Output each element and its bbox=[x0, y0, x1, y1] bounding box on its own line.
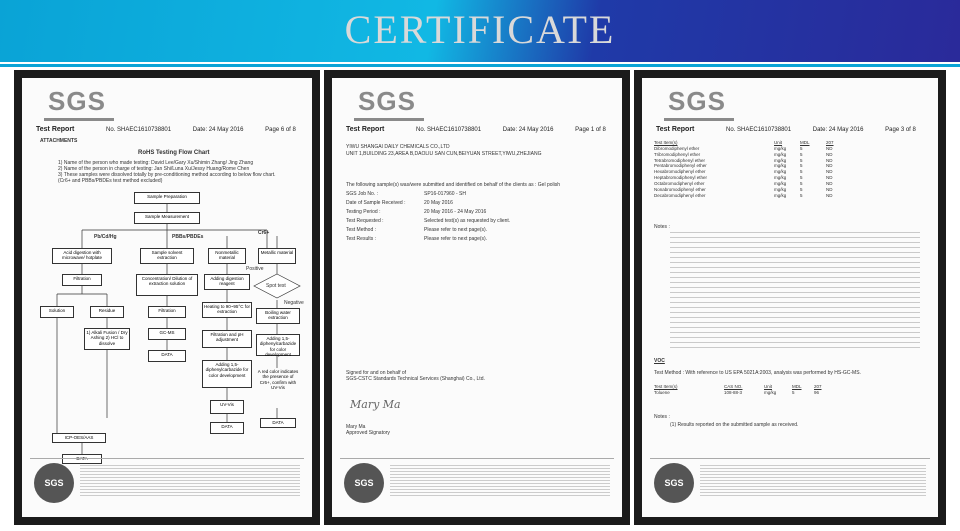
flow-step: GC-MS bbox=[148, 328, 186, 340]
sgs-seal: SGS bbox=[34, 463, 74, 503]
flow-chart-connectors bbox=[56, 204, 301, 454]
report-header: Test Report No. SHAEC1610738801 Date: 24… bbox=[656, 126, 916, 133]
flow-step: DATA bbox=[210, 422, 244, 434]
flow-step: Adding 1,5-diphenylcarbazide for color d… bbox=[256, 334, 300, 357]
notes-text bbox=[670, 232, 920, 350]
flow-step: Sample solvent extraction bbox=[140, 248, 194, 264]
signatory-title: Approved Signatory bbox=[346, 430, 390, 436]
flow-step: Acid digestion with microwave/ hotplate bbox=[52, 248, 112, 264]
footer-fine-print bbox=[390, 465, 610, 497]
footer-fine-print bbox=[80, 465, 300, 497]
branch-label: Pb/Cd/Hg bbox=[94, 234, 117, 240]
flow-label: Spot test bbox=[266, 283, 286, 289]
results-table: Test Item(s) Unit MDL 207 Dibromodipheny… bbox=[654, 140, 854, 198]
voc-heading: VOC bbox=[654, 358, 665, 364]
flow-step: Boiling water extraction bbox=[256, 308, 300, 324]
client-name: YIWU SHANGAI DAILY CHEMICALS CO.,LTD bbox=[346, 144, 450, 150]
notes-label: Notes : bbox=[654, 224, 670, 230]
flow-step: 1) Alkali Fusion / Dry Ashing 2) HCl to … bbox=[84, 328, 130, 350]
flow-step: Adding 1,5-diphenylcarbazide for color d… bbox=[202, 360, 252, 388]
document-footer: SGS bbox=[650, 458, 930, 507]
flow-step: Sample Measurement bbox=[134, 212, 200, 224]
flow-step: Solution bbox=[40, 306, 74, 318]
flow-step: Heating to 90~95°C for extraction bbox=[202, 302, 252, 318]
table-row: Decabromodiphenyl ether mg/kg 5 ND bbox=[654, 192, 833, 198]
field-value: Please refer to next page(s). bbox=[424, 236, 488, 242]
flow-step: Metallic material bbox=[258, 248, 296, 264]
flow-step: DATA bbox=[148, 350, 186, 362]
field-value: SP16-017960 - SH bbox=[424, 191, 466, 197]
sgs-logo: SGS bbox=[664, 86, 734, 121]
table-row: Toluene 108-88-3 mg/kg 5 96 bbox=[654, 389, 820, 395]
voc-note: (1) Results reported on the submitted sa… bbox=[670, 422, 799, 428]
voc-notes-label: Notes : bbox=[654, 414, 670, 420]
certificate-page-results: SGS Test Report No. SHAEC1610738801 Date… bbox=[634, 70, 946, 525]
document-footer: SGS bbox=[30, 458, 304, 507]
field-label: SGS Job No. : bbox=[346, 191, 378, 197]
report-header: Test Report No. SHAEC1610738801 Date: 24… bbox=[346, 126, 606, 133]
flow-step: Sample Preparation bbox=[134, 192, 200, 204]
flow-step: Nonmetallic material bbox=[208, 248, 246, 264]
banner-divider bbox=[0, 64, 960, 67]
sgs-seal: SGS bbox=[654, 463, 694, 503]
field-label: Date of Sample Received : bbox=[346, 200, 406, 206]
sgs-logo: SGS bbox=[354, 86, 424, 121]
field-value: 20 May 2016 bbox=[424, 200, 453, 206]
flow-step: Filtration and pH adjustment bbox=[202, 330, 252, 348]
certificate-page-cover: SGS Test Report No. SHAEC1610738801 Date… bbox=[324, 70, 630, 525]
field-label: Testing Period : bbox=[346, 209, 381, 215]
flow-note: A red color indicates the presence of Cr… bbox=[257, 369, 299, 391]
footer-fine-print bbox=[700, 465, 926, 497]
page-title: CERTIFICATE bbox=[344, 7, 616, 52]
flow-step: DATA bbox=[260, 418, 296, 428]
field-label: Test Results : bbox=[346, 236, 377, 242]
flow-step: UV-Vis bbox=[210, 400, 244, 414]
certificate-page-flow-chart: SGS Test Report No. SHAEC1610738801 Date… bbox=[14, 70, 320, 525]
flow-step: Residue bbox=[90, 306, 124, 318]
flow-step: ICP-OES/AAS bbox=[52, 433, 106, 443]
intro-text: The following sample(s) was/were submitt… bbox=[346, 182, 561, 188]
voc-method: Test Method : With reference to US EPA 5… bbox=[654, 370, 861, 376]
field-label: Test Requested : bbox=[346, 218, 384, 224]
client-address: UNIT 1,BUILDING 23,AREA B,DAOLIU SAN CUN… bbox=[346, 151, 542, 157]
field-value: Please refer to next page(s). bbox=[424, 227, 488, 233]
voc-table: Test Item(s) CAS NO. Unit MDL 207 Toluen… bbox=[654, 384, 874, 396]
flow-step: Concentration/ Dilution of extraction so… bbox=[136, 274, 198, 296]
flow-label: Negative bbox=[284, 300, 304, 306]
flow-step: Filtration bbox=[62, 274, 102, 286]
signature: Mary Ma bbox=[350, 398, 401, 411]
branch-label: PBBs/PBDEs bbox=[172, 234, 204, 240]
field-label: Test Method : bbox=[346, 227, 377, 233]
field-value: 20 May 2016 - 24 May 2016 bbox=[424, 209, 487, 215]
sgs-seal: SGS bbox=[344, 463, 384, 503]
branch-label: Cr6+ bbox=[258, 230, 270, 236]
field-value: Selected test(s) as requested by client. bbox=[424, 218, 511, 224]
flow-step: Adding digestion reagent bbox=[204, 274, 250, 290]
document-footer: SGS bbox=[340, 458, 614, 507]
flow-label: Positive bbox=[246, 266, 264, 272]
signed-company: SGS-CSTC Standards Technical Services (S… bbox=[346, 376, 485, 382]
flow-step: Filtration bbox=[148, 306, 186, 318]
